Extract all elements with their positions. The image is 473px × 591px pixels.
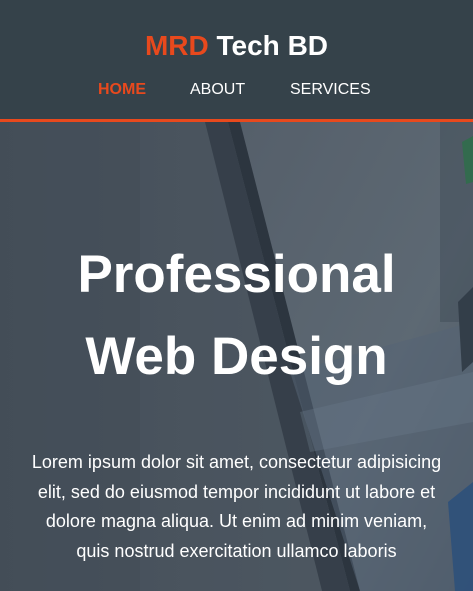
nav-about-link[interactable]: ABOUT xyxy=(190,80,245,100)
nav-home-link[interactable]: HOME xyxy=(98,80,146,100)
hero-title-line-1: Professional xyxy=(77,245,396,304)
brand-accent: MRD xyxy=(144,30,209,61)
main-nav: HOME ABOUT SERVICES xyxy=(0,80,473,102)
hero-title-line-2: Web Design xyxy=(85,327,388,386)
hero-title: Professional Web Design xyxy=(0,234,473,398)
hero-description: Lorem ipsum dolor sit amet, consectetur … xyxy=(31,452,442,561)
site-header: MRD Tech BD HOME ABOUT SERVICES xyxy=(0,0,473,122)
brand-name: Tech BD xyxy=(208,30,329,61)
hero-section: Professional Web Design Lorem ipsum dolo… xyxy=(0,122,473,591)
nav-services-link[interactable]: SERVICES xyxy=(290,80,371,100)
site-logo[interactable]: MRD Tech BD xyxy=(0,29,473,63)
